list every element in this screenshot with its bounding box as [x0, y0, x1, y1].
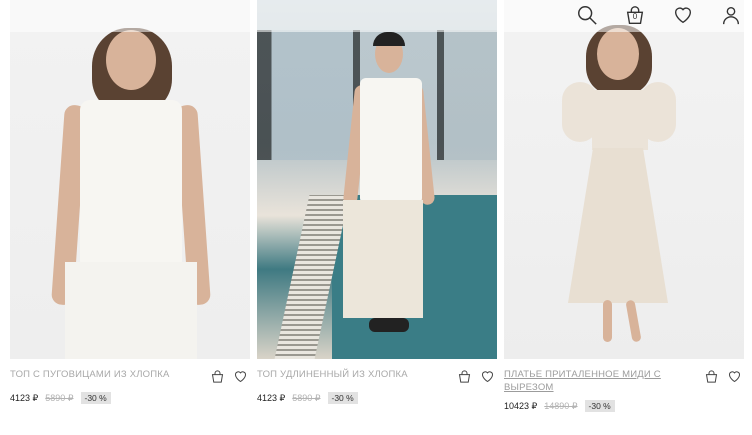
bag-icon[interactable] [704, 369, 719, 384]
discount-badge: -30 % [584, 400, 615, 412]
product-price: 4123 ₽ [10, 392, 39, 403]
header-icons: 0 [574, 2, 744, 28]
model-skirt [65, 262, 197, 359]
product-price: 10423 ₽ [504, 400, 538, 411]
discount-badge: -30 % [80, 392, 111, 404]
heart-icon[interactable] [670, 2, 696, 28]
product-info: ТОП УДЛИНЕННЫЙ ИЗ ХЛОПКА 4123 ₽ 5890 ₽ -… [257, 359, 497, 431]
product-old-price: 14890 ₽ [544, 400, 578, 411]
heart-icon[interactable] [727, 369, 742, 384]
bag-icon[interactable] [457, 369, 472, 384]
product-card[interactable]: ТОП УДЛИНЕННЫЙ ИЗ ХЛОПКА 4123 ₽ 5890 ₽ -… [257, 0, 497, 431]
product-old-price: 5890 ₽ [292, 392, 321, 403]
model-bodice [592, 90, 648, 150]
cart-count: 0 [632, 12, 638, 21]
product-info: ТОП С ПУГОВИЦАМИ ИЗ ХЛОПКА 4123 ₽ 5890 ₽… [10, 359, 250, 431]
model-top [360, 78, 422, 204]
product-title[interactable]: ПЛАТЬЕ ПРИТАЛЕННОЕ МИДИ С ВЫРЕЗОМ [504, 368, 679, 394]
product-image[interactable] [257, 0, 497, 359]
product-card[interactable]: ПЛАТЬЕ ПРИТАЛЕННОЕ МИДИ С ВЫРЕЗОМ 10423 … [504, 0, 744, 431]
product-info: ПЛАТЬЕ ПРИТАЛЕННОЕ МИДИ С ВЫРЕЗОМ 10423 … [504, 359, 744, 431]
product-image[interactable] [504, 0, 744, 359]
model-face [106, 30, 156, 90]
model-shoes [369, 318, 409, 332]
model-leg [603, 300, 612, 342]
product-image[interactable] [10, 0, 250, 359]
product-old-price: 5890 ₽ [45, 392, 74, 403]
user-icon[interactable] [718, 2, 744, 28]
search-icon[interactable] [574, 2, 600, 28]
bag-icon[interactable] [210, 369, 225, 384]
model-dress-skirt [568, 148, 668, 303]
model-top [80, 100, 182, 265]
cart-icon[interactable]: 0 [622, 2, 648, 28]
model-trousers [343, 200, 423, 318]
site-header: 0 [0, 0, 752, 32]
product-price: 4123 ₽ [257, 392, 286, 403]
product-title[interactable]: ТОП С ПУГОВИЦАМИ ИЗ ХЛОПКА [10, 368, 170, 381]
product-title[interactable]: ТОП УДЛИНЕННЫЙ ИЗ ХЛОПКА [257, 368, 408, 381]
product-grid: ТОП С ПУГОВИЦАМИ ИЗ ХЛОПКА 4123 ₽ 5890 ₽… [10, 0, 745, 431]
heart-icon[interactable] [480, 369, 495, 384]
model-face [597, 28, 639, 80]
product-card[interactable]: ТОП С ПУГОВИЦАМИ ИЗ ХЛОПКА 4123 ₽ 5890 ₽… [10, 0, 250, 431]
model-leg [625, 299, 642, 343]
heart-icon[interactable] [233, 369, 248, 384]
discount-badge: -30 % [327, 392, 358, 404]
